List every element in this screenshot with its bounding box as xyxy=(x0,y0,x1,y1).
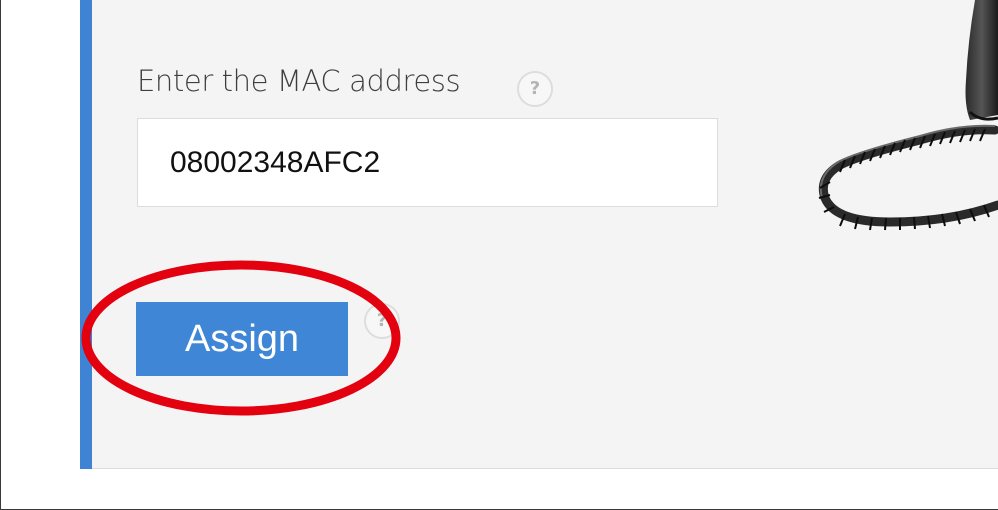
mac-address-input[interactable] xyxy=(137,118,718,207)
mac-address-label: Enter the MAC address xyxy=(137,64,461,98)
mac-help-icon[interactable]: ? xyxy=(517,71,553,107)
panel-accent-bar xyxy=(80,0,92,469)
assign-help-icon[interactable]: ? xyxy=(364,303,400,339)
phone-image xyxy=(818,0,998,231)
assign-button[interactable]: Assign xyxy=(136,302,348,376)
